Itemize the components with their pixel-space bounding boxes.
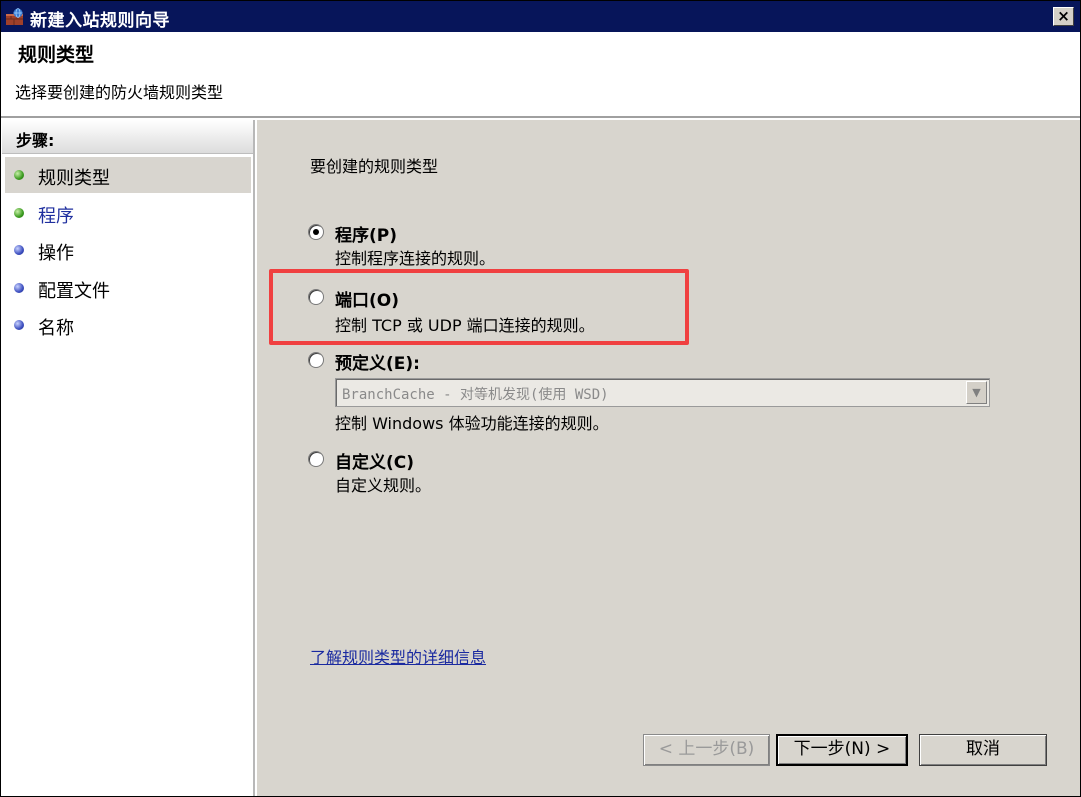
option-custom-description: 自定义规则。 bbox=[335, 476, 432, 495]
radio-predefined[interactable] bbox=[308, 352, 324, 368]
step-bullet-icon bbox=[14, 170, 24, 180]
steps-heading: 步骤: bbox=[16, 131, 55, 150]
page-description: 选择要创建的防火墙规则类型 bbox=[15, 83, 224, 102]
steps-header: 步骤: bbox=[2, 120, 253, 154]
option-program-label[interactable]: 程序(P) bbox=[335, 221, 397, 246]
wizard-window: 新建入站规则向导 × 规则类型 选择要创建的防火墙规则类型 步骤: 规则类型 程… bbox=[0, 0, 1081, 797]
option-predefined-description: 控制 Windows 体验功能连接的规则。 bbox=[335, 414, 609, 433]
page-title: 规则类型 bbox=[18, 44, 95, 66]
close-button[interactable]: × bbox=[1053, 7, 1074, 26]
cancel-button[interactable]: 取消 bbox=[919, 734, 1047, 766]
predefined-select-value: BranchCache - 对等机发现(使用 WSD) bbox=[342, 387, 609, 403]
step-label: 规则类型 bbox=[38, 168, 110, 189]
predefined-select[interactable]: BranchCache - 对等机发现(使用 WSD) ▼ bbox=[335, 378, 990, 407]
firewall-icon bbox=[6, 8, 23, 25]
step-bullet-icon bbox=[14, 208, 24, 218]
back-button[interactable]: < 上一步(B) bbox=[643, 734, 770, 766]
step-bullet-icon bbox=[14, 320, 24, 330]
close-icon: × bbox=[1057, 7, 1070, 25]
window-title: 新建入站规则向导 bbox=[30, 11, 170, 31]
step-program[interactable]: 程序 bbox=[5, 195, 251, 231]
section-title: 要创建的规则类型 bbox=[310, 157, 439, 176]
option-custom-label[interactable]: 自定义(C) bbox=[335, 448, 414, 473]
steps-sidebar: 步骤: 规则类型 程序 操作 配置文件 名称 bbox=[2, 120, 255, 796]
step-label: 配置文件 bbox=[38, 281, 110, 302]
title-bar[interactable]: 新建入站规则向导 × bbox=[1, 1, 1080, 32]
step-label: 程序 bbox=[38, 206, 74, 227]
radio-custom[interactable] bbox=[308, 451, 324, 467]
chevron-down-icon[interactable]: ▼ bbox=[966, 381, 987, 404]
radio-program[interactable] bbox=[308, 224, 324, 240]
option-program-description: 控制程序连接的规则。 bbox=[335, 249, 496, 268]
annotation-highlight-box bbox=[269, 269, 689, 345]
wizard-header: 规则类型 选择要创建的防火墙规则类型 bbox=[1, 32, 1080, 118]
step-label: 名称 bbox=[38, 318, 74, 339]
step-profile[interactable]: 配置文件 bbox=[5, 270, 251, 306]
learn-more-link[interactable]: 了解规则类型的详细信息 bbox=[310, 644, 486, 668]
step-bullet-icon bbox=[14, 245, 24, 255]
main-panel: 要创建的规则类型 程序(P) 控制程序连接的规则。 端口(O) 控制 TCP 或… bbox=[257, 120, 1080, 796]
step-label: 操作 bbox=[38, 243, 74, 264]
option-predefined-label[interactable]: 预定义(E): bbox=[335, 349, 420, 374]
next-button[interactable]: 下一步(N) > bbox=[776, 734, 908, 766]
step-action[interactable]: 操作 bbox=[5, 232, 251, 268]
step-bullet-icon bbox=[14, 283, 24, 293]
step-rule-type[interactable]: 规则类型 bbox=[5, 157, 251, 193]
step-name[interactable]: 名称 bbox=[5, 307, 251, 343]
